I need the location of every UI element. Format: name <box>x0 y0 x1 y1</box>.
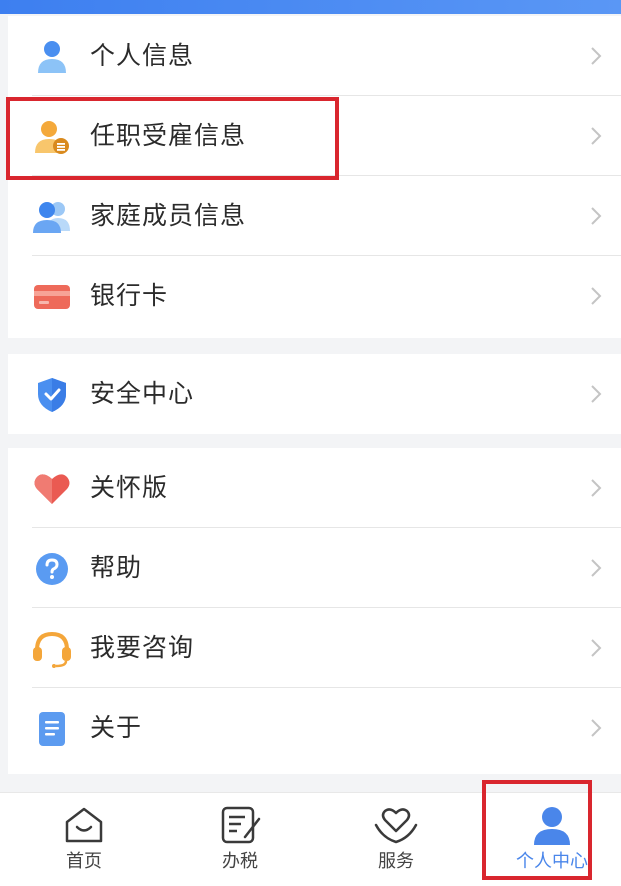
menu-item-label: 家庭成员信息 <box>90 201 247 230</box>
tab-home[interactable]: 首页 <box>24 805 144 873</box>
menu-item-label: 任职受雇信息 <box>90 121 247 150</box>
tab-label-active: 个人中心 <box>516 851 588 872</box>
menu-item-security-center[interactable]: 安全中心 <box>8 354 621 434</box>
menu-item-label: 关于 <box>90 713 143 742</box>
menu-group-other: 关怀版 帮助 我要咨询 关于 <box>8 448 621 774</box>
headset-icon <box>32 630 72 668</box>
bottom-tab-bar: 首页 办税 服务 个人中心 <box>0 792 621 886</box>
chevron-right-icon <box>591 287 602 305</box>
menu-item-label: 银行卡 <box>90 281 169 310</box>
chevron-right-icon <box>591 385 602 403</box>
chevron-right-icon <box>591 127 602 145</box>
menu-item-label: 我要咨询 <box>90 633 195 662</box>
tab-label: 首页 <box>66 851 102 872</box>
service-heart-icon <box>374 808 418 844</box>
top-header-strip <box>0 0 621 14</box>
menu-group-personal: 个人信息 任职受雇信息 家庭成员信息 银行卡 <box>8 16 621 338</box>
chevron-right-icon <box>591 207 602 225</box>
chevron-right-icon <box>591 559 602 577</box>
menu-item-personal-info[interactable]: 个人信息 <box>8 16 621 96</box>
tax-icon <box>221 806 261 844</box>
chevron-right-icon <box>591 479 602 497</box>
tab-tax[interactable]: 办税 <box>180 805 300 873</box>
menu-item-family-info[interactable]: 家庭成员信息 <box>8 176 621 256</box>
menu-item-employment-info[interactable]: 任职受雇信息 <box>8 96 621 176</box>
family-icon <box>32 198 72 236</box>
bank-card-icon <box>32 278 72 316</box>
menu-group-security: 安全中心 <box>8 354 621 434</box>
menu-item-help[interactable]: 帮助 <box>8 528 621 608</box>
employment-icon <box>32 118 72 156</box>
menu-item-label: 关怀版 <box>90 473 169 502</box>
home-icon <box>65 807 103 843</box>
chevron-right-icon <box>591 719 602 737</box>
heart-icon <box>32 470 72 508</box>
tab-profile[interactable]: 个人中心 <box>492 805 612 873</box>
shield-icon <box>32 376 72 414</box>
tab-label: 办税 <box>222 851 258 872</box>
menu-item-about[interactable]: 关于 <box>8 688 621 768</box>
document-icon <box>32 710 72 748</box>
menu-item-care-version[interactable]: 关怀版 <box>8 448 621 528</box>
menu-item-consult[interactable]: 我要咨询 <box>8 608 621 688</box>
menu-item-bank-card[interactable]: 银行卡 <box>8 256 621 336</box>
tab-label: 服务 <box>378 851 414 872</box>
menu-item-label: 个人信息 <box>90 41 195 70</box>
menu-item-label: 帮助 <box>90 553 143 582</box>
profile-icon <box>534 807 570 845</box>
person-icon <box>32 38 72 76</box>
menu-item-label: 安全中心 <box>90 379 195 408</box>
chevron-right-icon <box>591 47 602 65</box>
tab-service[interactable]: 服务 <box>336 805 456 873</box>
chevron-right-icon <box>591 639 602 657</box>
help-icon <box>32 550 72 588</box>
